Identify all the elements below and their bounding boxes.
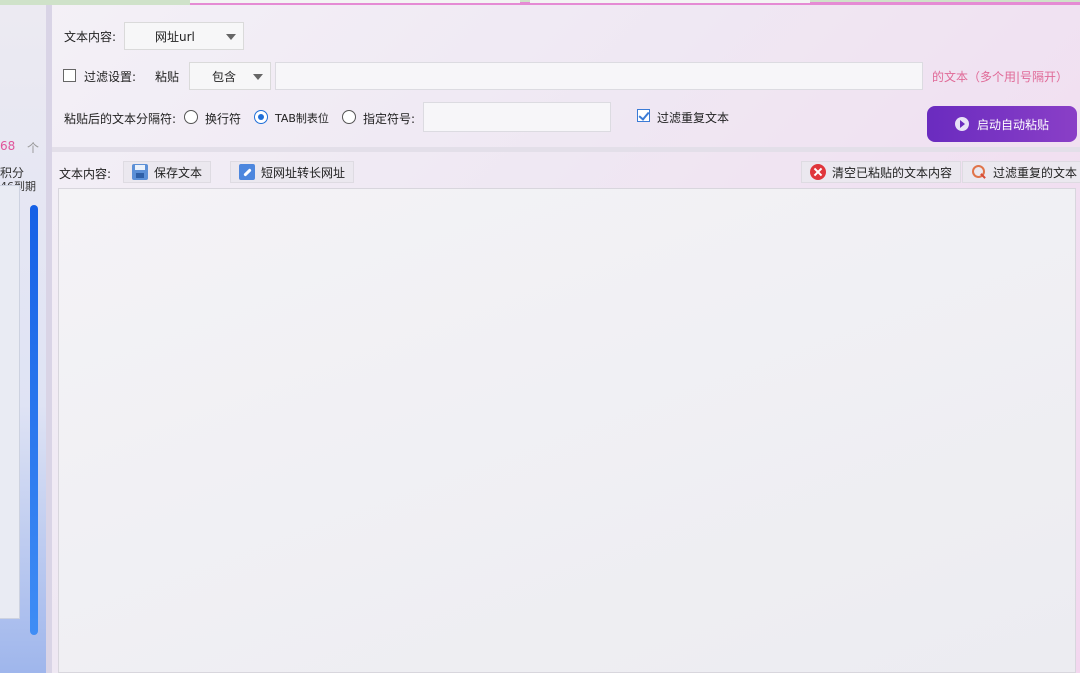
content-type-label: 文本内容: [64,30,117,44]
chevron-down-icon [253,74,263,80]
top-tab[interactable] [530,0,810,3]
content-toolbar: 文本内容: 保存文本 短网址转长网址 清空已粘贴的文本内容 过滤重复的文本 [52,152,1080,188]
settings-panel: 文本内容: 网址url 过滤设置: 粘贴 包含 的文本（多个用|号隔开） 粘贴后… [52,12,1080,147]
count-unit: 个 [27,141,40,155]
radio-newline-label[interactable]: 换行符 [205,110,241,127]
count-value: 68 [0,139,16,153]
filter-label: 过滤设置: [84,70,137,84]
radio-tab-label[interactable]: TAB制表位 [275,110,329,126]
start-auto-paste-button[interactable]: 启动自动粘贴 [927,106,1077,142]
short-to-long-url-label: 短网址转长网址 [261,165,346,180]
side-scrollbar[interactable] [30,205,38,635]
radio-custom-symbol[interactable] [342,110,356,124]
content-label: 文本内容: [59,167,112,181]
save-icon [132,164,148,180]
play-icon [954,117,969,131]
radio-newline[interactable] [184,110,198,124]
radio-custom-symbol-label[interactable]: 指定符号: [363,110,415,127]
clear-pasted-button[interactable]: 清空已粘贴的文本内容 [801,161,962,183]
separator-label: 粘贴后的文本分隔符: [64,112,177,126]
filter-duplicates-label: 过滤重复的文本 [993,165,1078,180]
chevron-down-icon [226,34,236,40]
save-text-button[interactable]: 保存文本 [123,161,212,183]
filter-note: 的文本（多个用|号隔开） [932,70,1069,84]
content-textarea[interactable] [58,188,1076,673]
dedupe-label: 过滤重复文本 [657,111,730,125]
radio-tab[interactable] [254,110,268,124]
save-text-label: 保存文本 [154,165,203,180]
top-tab[interactable] [190,0,520,3]
paste-label: 粘贴 [155,70,180,84]
content-type-value: 网址url [155,29,195,44]
short-to-long-url-button[interactable]: 短网址转长网址 [230,161,355,183]
left-side-panel: 68 个 积分 46到期 [0,5,46,673]
match-mode-value: 包含 [212,69,237,84]
custom-symbol-input[interactable] [423,102,611,132]
link-icon [239,164,255,180]
dedupe-checkbox[interactable] [637,109,650,122]
content-type-select[interactable]: 网址url [124,22,244,50]
filter-text-input[interactable] [275,62,923,90]
side-list [0,185,20,619]
top-strip [0,0,1080,5]
filter-checkbox[interactable] [63,69,76,82]
close-icon [810,164,826,180]
match-mode-select[interactable]: 包含 [189,62,271,90]
clear-pasted-label: 清空已粘贴的文本内容 [832,165,953,180]
filter-duplicates-button[interactable]: 过滤重复的文本 [962,161,1080,183]
search-icon [971,164,987,180]
start-button-label: 启动自动粘贴 [976,117,1049,132]
